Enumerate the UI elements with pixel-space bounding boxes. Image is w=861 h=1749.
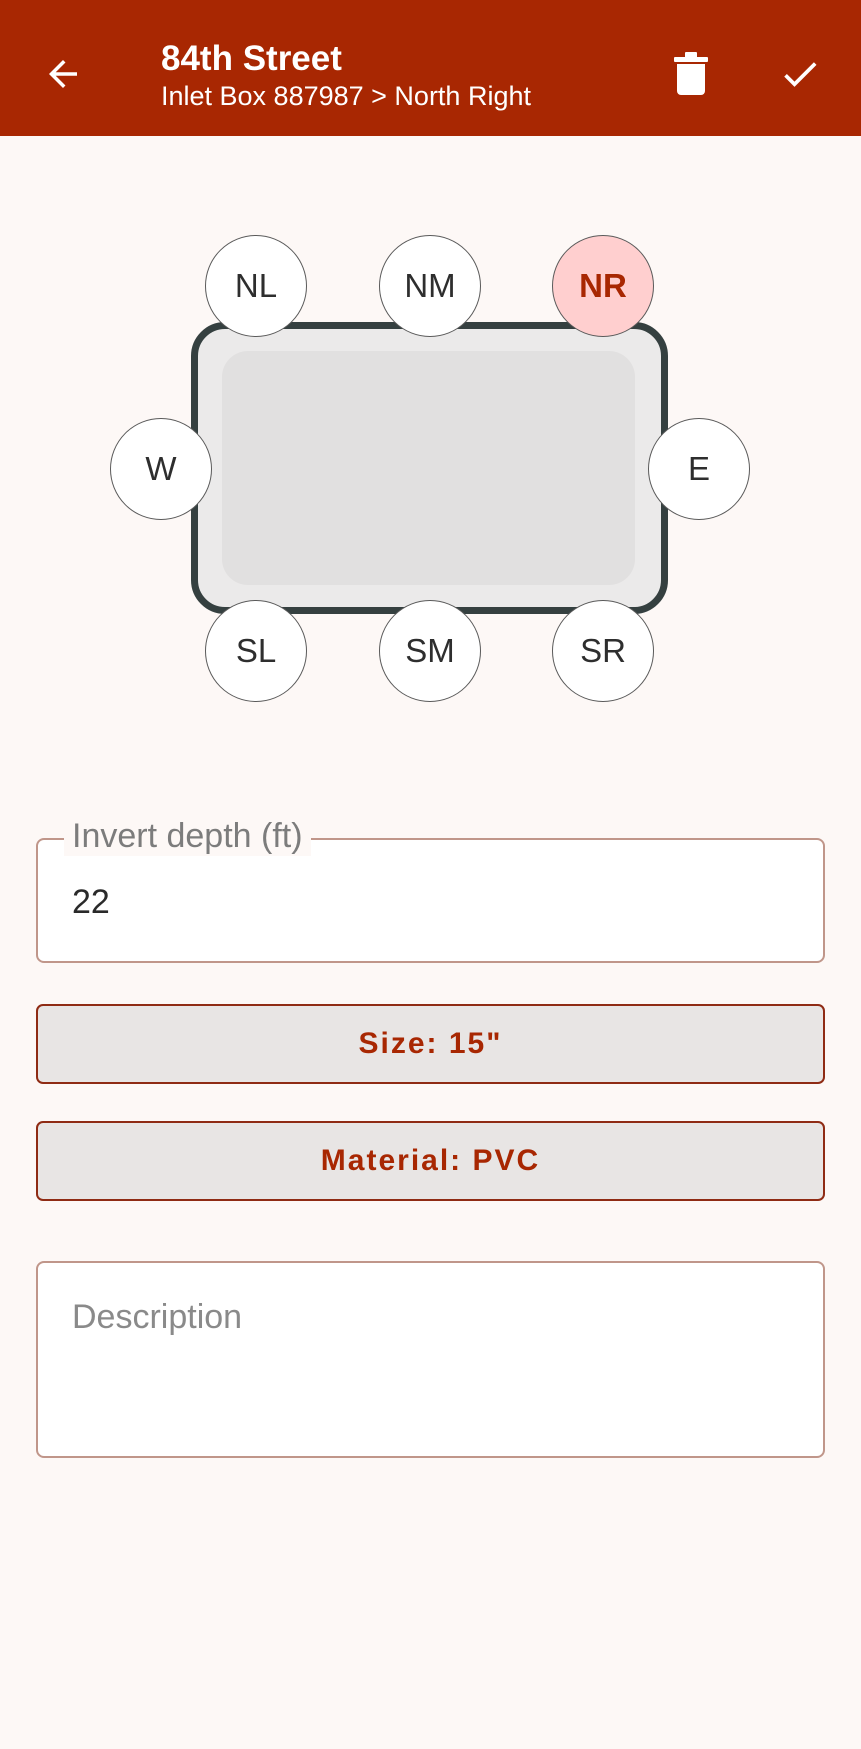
breadcrumb: Inlet Box 887987 > North Right (161, 81, 531, 111)
port-w-button[interactable]: W (110, 418, 212, 520)
check-icon (784, 62, 817, 87)
port-sm-button[interactable]: SM (379, 600, 481, 702)
inlet-box-diagram (191, 322, 668, 614)
app-bar: 84th Street Inlet Box 887987 > North Rig… (0, 0, 861, 136)
port-nl-button[interactable]: NL (205, 235, 307, 337)
description-field[interactable]: Description (36, 1261, 825, 1458)
port-nr-button[interactable]: NR (552, 235, 654, 337)
inlet-box-interior (222, 351, 635, 585)
material-button[interactable]: Material: PVC (36, 1121, 825, 1201)
invert-depth-label: Invert depth (ft) (64, 816, 311, 856)
description-placeholder: Description (72, 1298, 243, 1336)
port-sr-button[interactable]: SR (552, 600, 654, 702)
port-e-button[interactable]: E (648, 418, 750, 520)
page-title: 84th Street (161, 39, 342, 78)
confirm-button[interactable] (764, 38, 836, 110)
back-button[interactable] (27, 38, 99, 110)
delete-button[interactable] (655, 38, 727, 110)
app-bar-title-group: 84th Street Inlet Box 887987 > North Rig… (161, 38, 531, 112)
port-sl-button[interactable]: SL (205, 600, 307, 702)
size-button[interactable]: Size: 15" (36, 1004, 825, 1084)
invert-depth-value[interactable]: 22 (72, 882, 110, 922)
port-nm-button[interactable]: NM (379, 235, 481, 337)
trash-icon (674, 52, 708, 95)
arrow-left-icon (49, 60, 77, 88)
invert-depth-field[interactable]: Invert depth (ft) 22 (36, 816, 825, 963)
